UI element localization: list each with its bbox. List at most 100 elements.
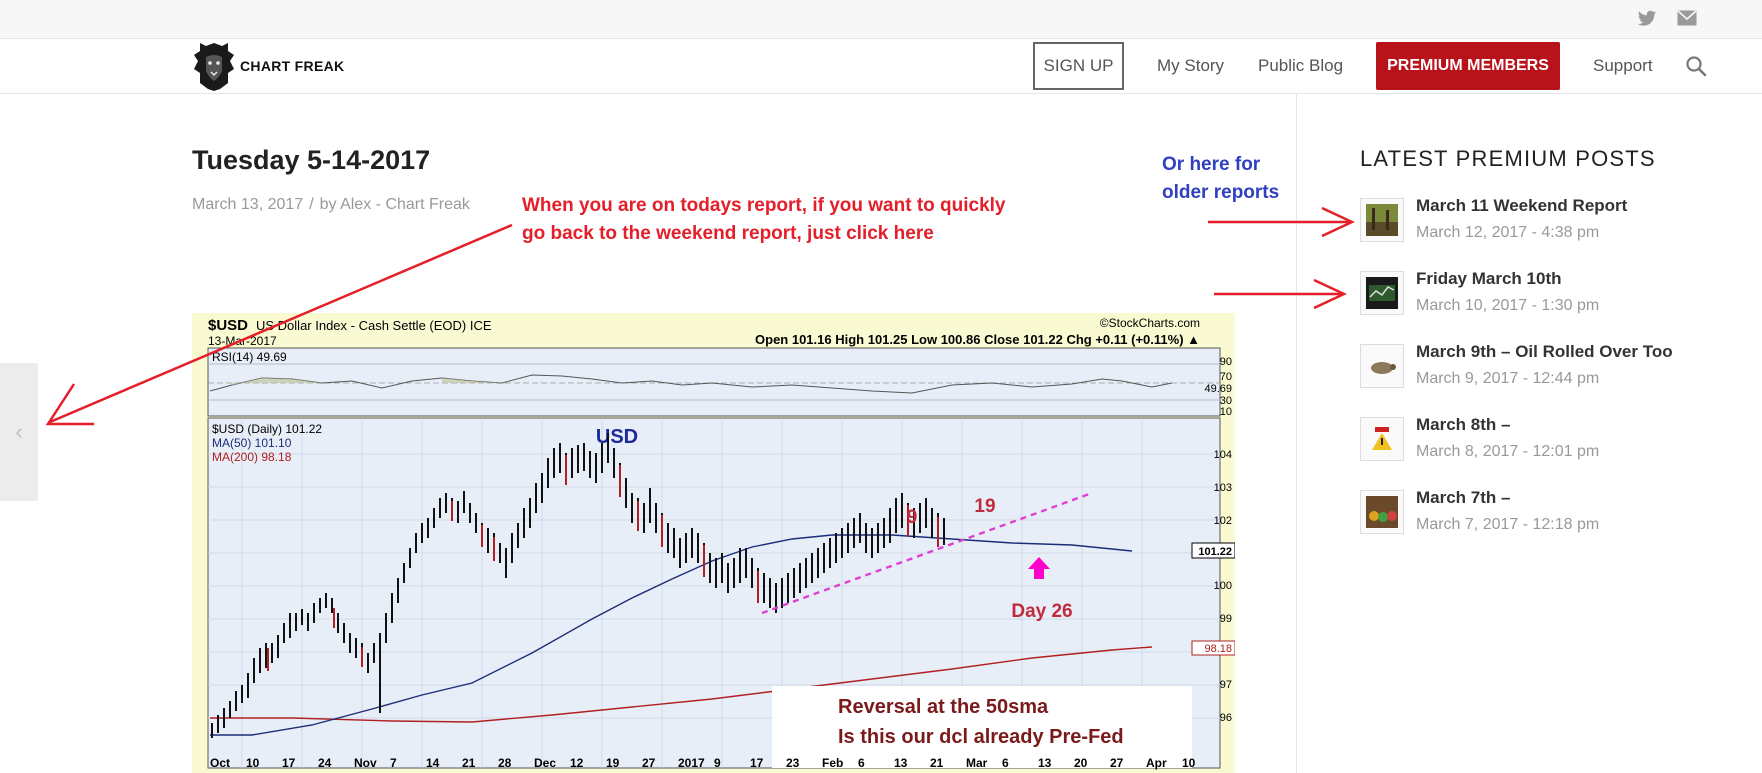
x-axis-tick: 19 xyxy=(606,756,620,770)
cycle-count-9: 9 xyxy=(907,507,918,528)
x-axis-tick: 2017 xyxy=(678,756,705,770)
x-axis-tick: 6 xyxy=(858,756,865,770)
sidebar-post-title[interactable]: Friday March 10th xyxy=(1416,269,1562,289)
rsi-tick: 90 xyxy=(1220,356,1232,368)
post-thumbnail[interactable] xyxy=(1360,198,1404,242)
legend-ma200: MA(200) 98.18 xyxy=(212,450,292,464)
post-thumbnail[interactable] xyxy=(1360,417,1404,461)
previous-post-tab[interactable]: ‹ xyxy=(0,363,38,501)
x-axis-tick: Mar xyxy=(966,756,988,770)
price-tick: 103 xyxy=(1214,482,1232,494)
premium-members-button[interactable]: PREMIUM MEMBERS xyxy=(1376,42,1560,90)
main-header: CHART FREAK SIGN UP My Story Public Blog… xyxy=(0,39,1762,94)
x-axis-tick: 13 xyxy=(1038,756,1052,770)
usd-stock-chart[interactable]: $USD US Dollar Index - Cash Settle (EOD)… xyxy=(192,313,1235,773)
sidebar-post-title[interactable]: March 8th – xyxy=(1416,415,1510,435)
sidebar-post-item[interactable]: March 7th – March 7, 2017 - 12:18 pm xyxy=(1360,488,1740,548)
logo-text: CHART FREAK xyxy=(240,58,345,74)
sidebar-post-date: March 7, 2017 - 12:18 pm xyxy=(1416,516,1600,533)
legend-ma50: MA(50) 101.10 xyxy=(212,436,292,450)
red-annotation-line-2: go back to the weekend report, just clic… xyxy=(522,223,934,244)
price-tick: 104 xyxy=(1214,449,1232,461)
x-axis-tick: Feb xyxy=(822,756,843,770)
legend-price: $USD (Daily) 101.22 xyxy=(212,422,322,436)
x-axis-tick: 9 xyxy=(714,756,721,770)
twitter-icon[interactable] xyxy=(1636,10,1658,30)
chart-source: ©StockCharts.com xyxy=(1100,316,1200,330)
turtle-thumbnail-icon xyxy=(1366,350,1398,382)
x-axis-tick: 13 xyxy=(894,756,908,770)
forest-thumbnail-icon xyxy=(1366,204,1398,236)
chart-ohlc: Open 101.16 High 101.25 Low 100.86 Close… xyxy=(755,332,1200,347)
sidebar-post-item[interactable]: March 8th – March 8, 2017 - 12:01 pm xyxy=(1360,415,1740,475)
red-annotation: When you are on todays report, if you wa… xyxy=(522,192,1006,248)
x-axis-tick: 23 xyxy=(786,756,800,770)
red-annotation-line-1: When you are on todays report, if you wa… xyxy=(522,195,1006,216)
post-meta: March 13, 2017 / by Alex - Chart Freak xyxy=(192,196,470,214)
price-tick: 101.22 xyxy=(1198,546,1232,558)
post-date[interactable]: March 13, 2017 xyxy=(192,196,303,213)
sidebar-post-date: March 8, 2017 - 12:01 pm xyxy=(1416,443,1600,460)
x-axis-tick: 12 xyxy=(570,756,584,770)
blue-annotation-line-2: older reports xyxy=(1162,182,1280,203)
blue-annotation-line-1: Or here for xyxy=(1162,154,1261,175)
rsi-tick: 70 xyxy=(1220,371,1232,383)
price-tick: 100 xyxy=(1214,580,1232,592)
nav-support[interactable]: Support xyxy=(1593,39,1653,93)
x-axis-tick: 21 xyxy=(930,756,944,770)
post-thumbnail[interactable] xyxy=(1360,271,1404,315)
sidebar-post-date: March 12, 2017 - 4:38 pm xyxy=(1416,224,1600,241)
day-26-label: Day 26 xyxy=(1011,601,1072,622)
search-icon[interactable] xyxy=(1685,55,1707,77)
arrow-head-left xyxy=(45,383,94,426)
sidebar-post-item[interactable]: March 11 Weekend Report March 12, 2017 -… xyxy=(1360,196,1740,256)
chart-name: US Dollar Index - Cash Settle (EOD) ICE xyxy=(256,318,492,333)
sidebar-post-date: March 10, 2017 - 1:30 pm xyxy=(1416,297,1600,314)
rsi-panel xyxy=(207,347,1221,417)
nav-my-story[interactable]: My Story xyxy=(1157,39,1224,93)
chart-symbol: $USD xyxy=(208,317,248,334)
mail-icon[interactable] xyxy=(1676,10,1698,30)
x-axis-tick: 6 xyxy=(1002,756,1009,770)
x-axis-tick: 17 xyxy=(750,756,764,770)
sidebar-divider xyxy=(1296,94,1297,773)
x-axis-tick: 17 xyxy=(282,756,296,770)
rsi-tick: 49.69 xyxy=(1204,383,1232,395)
warning-sign-thumbnail-icon xyxy=(1366,423,1398,455)
produce-thumbnail-icon xyxy=(1366,496,1398,528)
lion-logo-icon xyxy=(194,43,234,91)
price-tick: 96 xyxy=(1220,712,1232,724)
x-axis-tick: Oct xyxy=(210,756,230,770)
arrow-head-right-1 xyxy=(1321,206,1355,238)
sidebar-post-title[interactable]: March 9th – Oil Rolled Over Too xyxy=(1416,342,1673,362)
chart-note-line-2: Is this our dcl already Pre-Fed xyxy=(838,726,1124,748)
top-bar xyxy=(0,0,1762,39)
x-axis-tick: 28 xyxy=(498,756,512,770)
x-axis-tick: 7 xyxy=(390,756,397,770)
x-axis-tick: 10 xyxy=(1182,756,1196,770)
chevron-left-icon: ‹ xyxy=(15,419,23,444)
post-author[interactable]: by Alex - Chart Freak xyxy=(320,196,470,213)
x-axis-tick: Dec xyxy=(534,756,556,770)
site-logo[interactable]: CHART FREAK xyxy=(192,39,344,93)
x-axis-tick: 27 xyxy=(642,756,656,770)
x-axis-tick: 24 xyxy=(318,756,332,770)
sidebar-post-item[interactable]: March 9th – Oil Rolled Over Too March 9,… xyxy=(1360,342,1740,402)
arrow-head-right-2 xyxy=(1313,278,1347,310)
sidebar-post-title[interactable]: March 7th – xyxy=(1416,488,1510,508)
sidebar-heading: LATEST PREMIUM POSTS xyxy=(1360,146,1656,171)
sidebar-post-title[interactable]: March 11 Weekend Report xyxy=(1416,196,1627,216)
x-axis-tick: 10 xyxy=(246,756,260,770)
chart-thumbnail-icon xyxy=(1366,277,1398,309)
x-axis-tick: 20 xyxy=(1074,756,1088,770)
post-thumbnail[interactable] xyxy=(1360,490,1404,534)
sign-up-button[interactable]: SIGN UP xyxy=(1033,42,1124,90)
sidebar-post-item[interactable]: Friday March 10th March 10, 2017 - 1:30 … xyxy=(1360,269,1740,329)
price-tick: 99 xyxy=(1220,613,1232,625)
chart-date: 13-Mar-2017 xyxy=(208,334,277,348)
post-thumbnail[interactable] xyxy=(1360,344,1404,388)
x-axis-tick: 21 xyxy=(462,756,476,770)
nav-public-blog[interactable]: Public Blog xyxy=(1258,39,1343,93)
sidebar-post-date: March 9, 2017 - 12:44 pm xyxy=(1416,370,1600,387)
price-tick: 98.18 xyxy=(1204,643,1232,655)
